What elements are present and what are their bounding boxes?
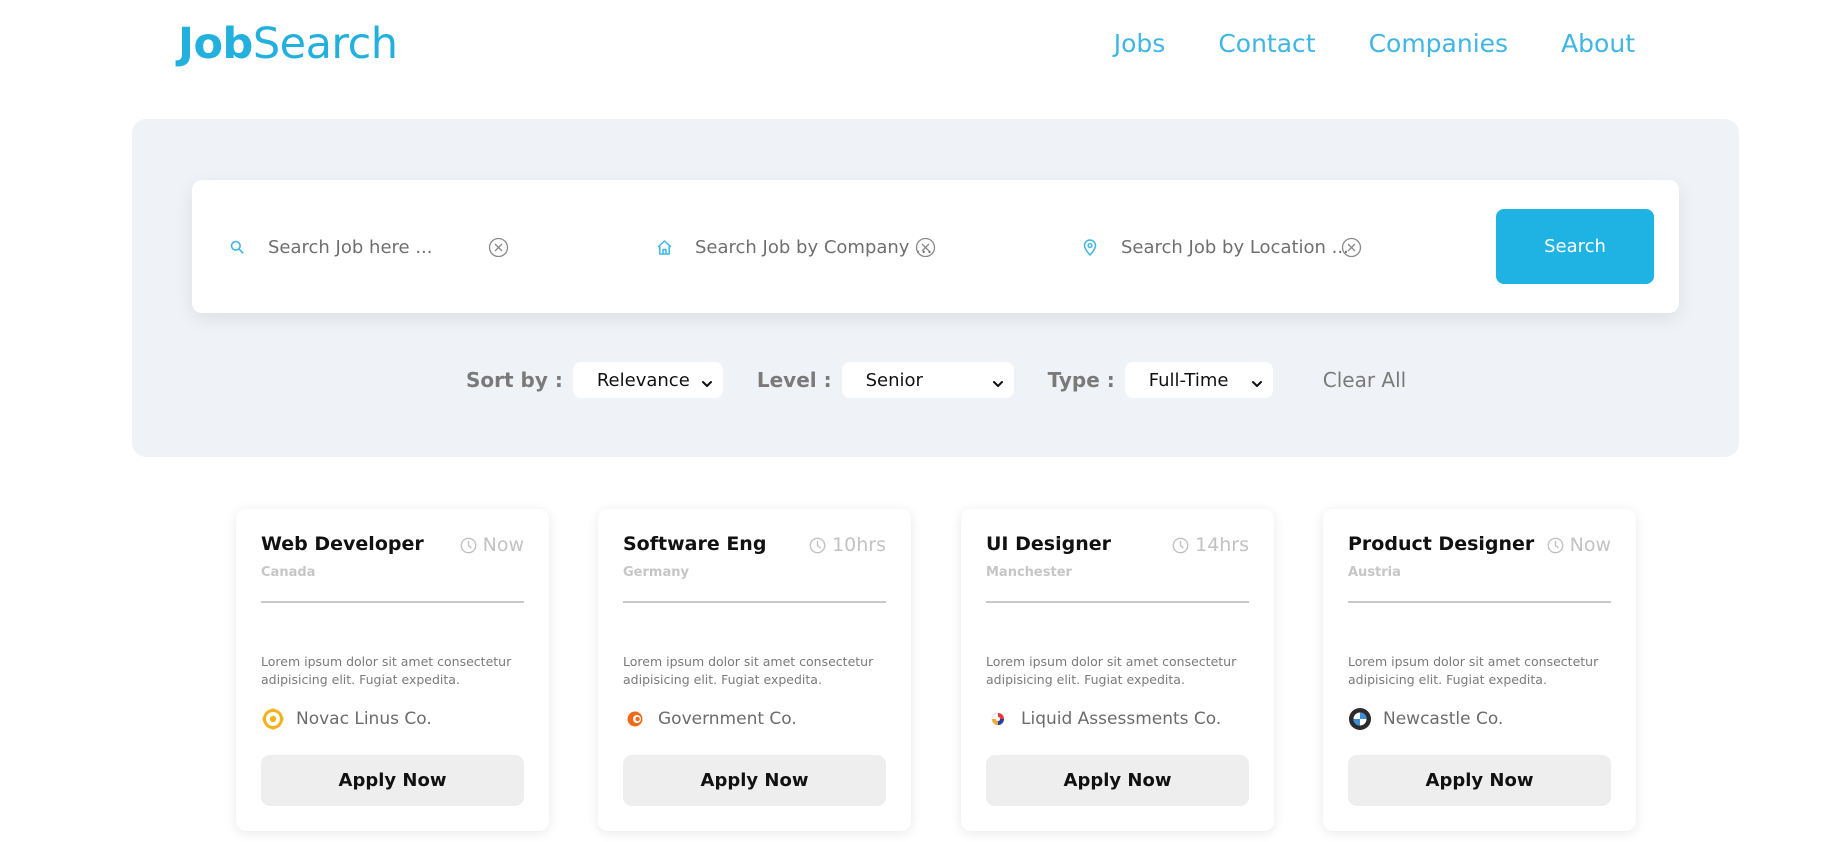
company-name: Novac Linus Co. <box>296 709 432 729</box>
card-divider <box>986 601 1249 603</box>
location-pin-icon <box>1081 238 1099 256</box>
location-search-input[interactable] <box>1121 229 1361 265</box>
posted-time: 14hrs <box>1172 534 1249 556</box>
search-bar: Search <box>192 180 1679 313</box>
company-search-input[interactable] <box>695 229 935 265</box>
sort-label: Sort by : <box>466 368 563 392</box>
search-button[interactable]: Search <box>1496 209 1654 284</box>
level-filter: Level : Senior <box>757 362 1014 398</box>
company-name: Liquid Assessments Co. <box>1021 709 1222 729</box>
chevron-down-icon <box>1251 374 1263 395</box>
sort-select-value: Relevance <box>596 369 690 391</box>
clear-all-filters-link[interactable]: Clear All <box>1323 368 1406 392</box>
location-search-field <box>1081 227 1362 267</box>
job-search-field <box>228 227 509 267</box>
main-nav: Jobs Contact Companies About <box>1114 26 1635 62</box>
search-icon <box>228 238 246 256</box>
nav-contact[interactable]: Contact <box>1218 26 1315 62</box>
posted-time: 10hrs <box>809 534 886 556</box>
type-label: Type : <box>1047 368 1115 392</box>
chevron-down-icon <box>992 374 1004 395</box>
apply-now-button[interactable]: Apply Now <box>1348 755 1611 806</box>
government-logo-icon <box>623 707 647 731</box>
apply-now-button[interactable]: Apply Now <box>261 755 524 806</box>
company-search-field <box>655 227 936 267</box>
type-filter: Type : Full-Time <box>1048 362 1273 398</box>
job-description: Lorem ipsum dolor sit amet consectetur a… <box>1348 654 1599 687</box>
posted-time: Now <box>460 534 524 556</box>
job-title: Web Developer <box>261 533 424 555</box>
liquid-assessments-logo-icon <box>986 707 1010 731</box>
search-panel: Search Sort by : Relevance Level : Senio… <box>132 119 1739 457</box>
company-info: Government Co. <box>623 707 797 731</box>
type-select-value: Full-Time <box>1148 369 1229 391</box>
jobsearch-logo[interactable]: JobSearch <box>178 18 398 70</box>
nav-jobs[interactable]: Jobs <box>1114 26 1166 62</box>
job-card: Software Eng 10hrs Germany Lorem ipsum d… <box>598 509 911 831</box>
sort-select[interactable]: Relevance <box>572 362 723 398</box>
site-header: JobSearch Jobs Contact Companies About <box>0 0 1831 90</box>
clock-icon <box>460 537 477 554</box>
posted-time-text: Now <box>1569 534 1611 556</box>
level-label: Level : <box>756 368 832 392</box>
level-select-value: Senior <box>865 369 923 391</box>
nav-companies[interactable]: Companies <box>1369 26 1509 62</box>
company-info: Novac Linus Co. <box>261 707 432 731</box>
level-select[interactable]: Senior <box>841 362 1014 398</box>
job-title: UI Designer <box>986 533 1111 555</box>
logo-bold-text: Job <box>178 19 253 69</box>
card-divider <box>623 601 886 603</box>
company-info: Liquid Assessments Co. <box>986 707 1221 731</box>
logo-light-text: Search <box>252 19 398 69</box>
newcastle-logo-icon <box>1348 707 1372 731</box>
filters-row: Sort by : Relevance Level : Senior Type … <box>466 362 1406 398</box>
job-location: Austria <box>1348 565 1401 580</box>
novac-linus-logo-icon <box>261 707 285 731</box>
posted-time-text: 10hrs <box>832 534 886 556</box>
company-name: Government Co. <box>658 709 797 729</box>
clear-location-search-icon[interactable] <box>1341 237 1362 258</box>
posted-time-text: Now <box>482 534 524 556</box>
clear-job-search-icon[interactable] <box>488 237 509 258</box>
job-location: Canada <box>261 565 316 580</box>
sort-filter: Sort by : Relevance <box>466 362 723 398</box>
clock-icon <box>1547 537 1564 554</box>
job-description: Lorem ipsum dolor sit amet consectetur a… <box>623 654 874 687</box>
job-card: Product Designer Now Austria Lorem ipsum… <box>1323 509 1636 831</box>
card-divider <box>261 601 524 603</box>
job-search-input[interactable] <box>268 229 508 265</box>
job-location: Germany <box>623 565 689 580</box>
card-divider <box>1348 601 1611 603</box>
posted-time-text: 14hrs <box>1195 534 1249 556</box>
apply-now-button[interactable]: Apply Now <box>623 755 886 806</box>
job-card: Web Developer Now Canada Lorem ipsum dol… <box>236 509 549 831</box>
job-location: Manchester <box>986 565 1072 580</box>
job-title: Software Eng <box>623 533 767 555</box>
apply-now-button[interactable]: Apply Now <box>986 755 1249 806</box>
clear-company-search-icon[interactable] <box>915 237 936 258</box>
company-info: Newcastle Co. <box>1348 707 1503 731</box>
posted-time: Now <box>1547 534 1611 556</box>
job-description: Lorem ipsum dolor sit amet consectetur a… <box>986 654 1237 687</box>
home-icon <box>655 238 673 256</box>
company-name: Newcastle Co. <box>1383 709 1504 729</box>
clock-icon <box>1172 537 1189 554</box>
job-title: Product Designer <box>1348 533 1535 555</box>
nav-about[interactable]: About <box>1561 26 1635 62</box>
clock-icon <box>809 537 826 554</box>
job-description: Lorem ipsum dolor sit amet consectetur a… <box>261 654 512 687</box>
job-card: UI Designer 14hrs Manchester Lorem ipsum… <box>961 509 1274 831</box>
chevron-down-icon <box>701 374 713 395</box>
type-select[interactable]: Full-Time <box>1124 362 1273 398</box>
